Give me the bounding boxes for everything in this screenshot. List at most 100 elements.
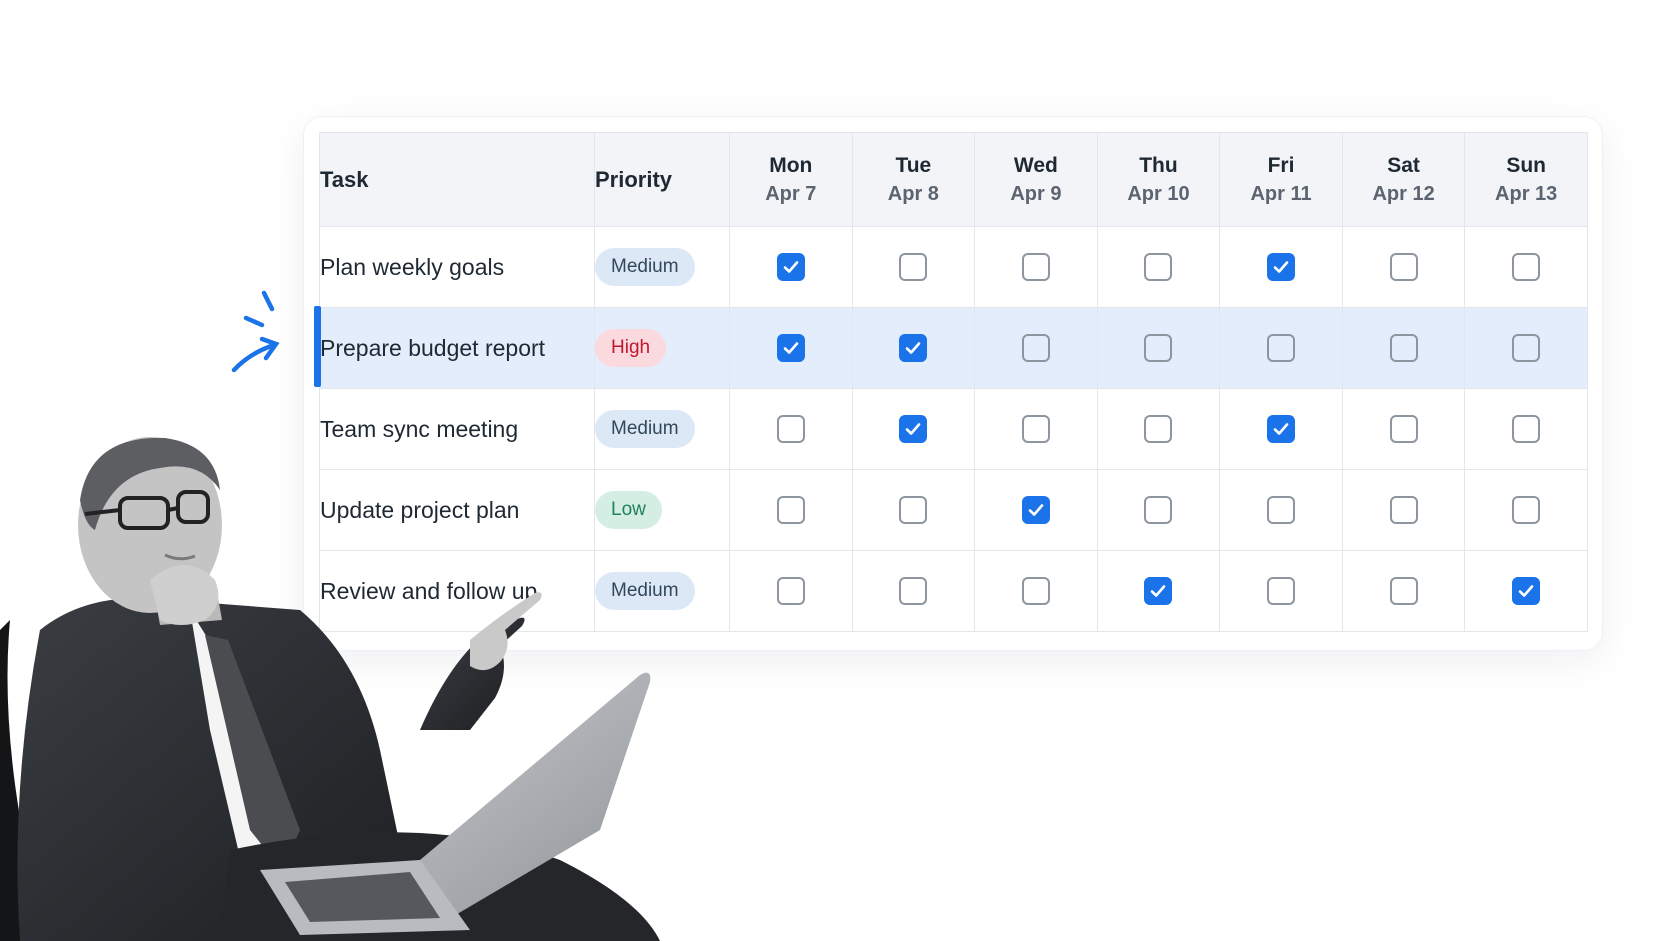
day-name: Tue bbox=[895, 153, 932, 177]
priority-badge: Medium bbox=[595, 248, 695, 286]
day-cell bbox=[729, 550, 853, 632]
task-row[interactable]: Plan weekly goals Medium bbox=[319, 226, 1588, 308]
day-checkbox[interactable] bbox=[1144, 577, 1173, 605]
day-date: Apr 10 bbox=[1127, 182, 1190, 205]
day-cell bbox=[851, 388, 976, 470]
day-checkbox[interactable] bbox=[776, 415, 805, 443]
businessman-with-laptop-image bbox=[0, 437, 660, 941]
selected-row-indicator bbox=[314, 306, 321, 387]
day-checkbox[interactable] bbox=[776, 253, 805, 281]
day-checkbox[interactable] bbox=[1021, 253, 1050, 281]
check-icon bbox=[783, 342, 799, 354]
day-cell bbox=[1096, 469, 1221, 551]
day-cell bbox=[1464, 469, 1588, 551]
day-name: Fri bbox=[1267, 153, 1295, 177]
task-name: Prepare budget report bbox=[319, 307, 595, 389]
priority-cell: High bbox=[594, 307, 730, 389]
day-checkbox[interactable] bbox=[1021, 577, 1050, 605]
day-checkbox[interactable] bbox=[1389, 415, 1418, 443]
check-icon bbox=[906, 423, 921, 435]
day-cell bbox=[1219, 388, 1343, 470]
day-cell bbox=[1096, 226, 1221, 308]
day-checkbox[interactable] bbox=[776, 577, 805, 605]
day-checkbox[interactable] bbox=[776, 334, 805, 362]
day-cell bbox=[851, 307, 976, 389]
day-column-header: Mon Apr 7 bbox=[729, 132, 853, 227]
day-cell bbox=[1219, 469, 1343, 551]
day-checkbox[interactable] bbox=[1267, 496, 1296, 524]
day-checkbox[interactable] bbox=[1512, 496, 1541, 524]
day-checkbox[interactable] bbox=[899, 415, 928, 443]
day-cell bbox=[974, 469, 1098, 551]
day-cell bbox=[1464, 550, 1588, 632]
day-checkbox[interactable] bbox=[899, 334, 928, 362]
day-column-header: Thu Apr 10 bbox=[1096, 132, 1221, 227]
day-checkbox[interactable] bbox=[1144, 253, 1173, 281]
day-cell bbox=[1096, 550, 1221, 632]
day-cell bbox=[1341, 226, 1466, 308]
day-cell bbox=[851, 226, 976, 308]
day-cell bbox=[1341, 550, 1466, 632]
day-name: Sat bbox=[1387, 153, 1420, 177]
day-checkbox[interactable] bbox=[1021, 496, 1050, 524]
day-cell bbox=[1219, 307, 1343, 389]
day-checkbox[interactable] bbox=[899, 577, 928, 605]
day-cell bbox=[729, 307, 853, 389]
day-column-header: Sun Apr 13 bbox=[1464, 132, 1588, 227]
day-checkbox[interactable] bbox=[1512, 334, 1541, 362]
day-cell bbox=[974, 550, 1098, 632]
day-checkbox[interactable] bbox=[1512, 577, 1541, 605]
day-checkbox[interactable] bbox=[776, 496, 805, 524]
day-cell bbox=[1341, 469, 1466, 551]
day-name: Mon bbox=[769, 153, 813, 177]
day-checkbox[interactable] bbox=[1267, 415, 1296, 443]
day-cell bbox=[1464, 388, 1588, 470]
day-checkbox[interactable] bbox=[1389, 496, 1418, 524]
task-column-header: Task bbox=[319, 132, 595, 227]
day-checkbox[interactable] bbox=[899, 496, 928, 524]
day-date: Apr 11 bbox=[1250, 182, 1312, 205]
task-name: Plan weekly goals bbox=[319, 226, 595, 308]
day-cell bbox=[1096, 388, 1221, 470]
priority-column-header: Priority bbox=[594, 132, 730, 227]
day-checkbox[interactable] bbox=[1267, 334, 1296, 362]
day-checkbox[interactable] bbox=[1267, 253, 1296, 281]
check-icon bbox=[1273, 423, 1289, 435]
day-cell bbox=[974, 388, 1098, 470]
day-checkbox[interactable] bbox=[1021, 334, 1050, 362]
day-cell bbox=[974, 226, 1098, 308]
check-icon bbox=[1518, 585, 1534, 597]
day-date: Apr 12 bbox=[1372, 182, 1435, 205]
day-checkbox[interactable] bbox=[1021, 415, 1050, 443]
day-checkbox[interactable] bbox=[1389, 334, 1418, 362]
day-date: Apr 8 bbox=[887, 182, 939, 205]
day-checkbox[interactable] bbox=[1512, 415, 1541, 443]
day-cell bbox=[729, 226, 853, 308]
day-checkbox[interactable] bbox=[1389, 253, 1418, 281]
day-column-header: Tue Apr 8 bbox=[851, 132, 976, 227]
priority-cell: Medium bbox=[594, 226, 730, 308]
check-icon bbox=[1028, 504, 1044, 516]
day-checkbox[interactable] bbox=[1144, 496, 1173, 524]
check-icon bbox=[1273, 261, 1289, 273]
priority-badge: High bbox=[595, 329, 667, 367]
day-date: Apr 9 bbox=[1010, 182, 1062, 205]
day-checkbox[interactable] bbox=[1389, 577, 1418, 605]
day-cell bbox=[1464, 307, 1588, 389]
day-cell bbox=[1341, 388, 1466, 470]
day-cell bbox=[851, 469, 976, 551]
day-date: Apr 13 bbox=[1495, 182, 1558, 205]
day-name: Sun bbox=[1506, 153, 1546, 177]
day-checkbox[interactable] bbox=[1144, 415, 1173, 443]
day-cell bbox=[851, 550, 976, 632]
day-cell bbox=[729, 469, 853, 551]
day-checkbox[interactable] bbox=[1267, 577, 1296, 605]
check-icon bbox=[1151, 585, 1166, 597]
table-header-row: Task Priority Mon Apr 7 Tue Apr 8 Wed Apr 9… bbox=[319, 132, 1588, 227]
day-checkbox[interactable] bbox=[1512, 253, 1541, 281]
day-checkbox[interactable] bbox=[1144, 334, 1173, 362]
hand-drawn-arrow-icon bbox=[231, 290, 280, 373]
day-checkbox[interactable] bbox=[899, 253, 928, 281]
day-cell bbox=[729, 388, 853, 470]
task-row[interactable]: Prepare budget report High bbox=[319, 307, 1588, 389]
